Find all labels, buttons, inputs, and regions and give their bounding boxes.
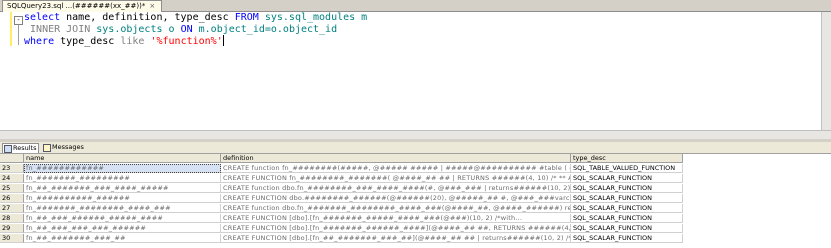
cell-definition[interactable]: CREATE FUNCTION [dbo].[fn_#######_#####_… — [221, 214, 571, 223]
collapse-outline-icon[interactable]: - — [14, 16, 23, 25]
join-table: sys.objects o — [90, 23, 181, 35]
document-tab-strip: SQLQuery23.sql ...(######(xx_##))* × — [0, 0, 831, 12]
keyword-like: like — [120, 36, 145, 47]
close-tab-icon[interactable]: × — [149, 2, 155, 10]
change-tracking-bar — [10, 12, 12, 46]
like-pattern-string: '%function%' — [150, 36, 223, 47]
column-header-name[interactable]: name — [24, 154, 221, 163]
cell-definition[interactable]: CREATE FUNCTION fn_########_#######( @##… — [221, 174, 571, 183]
cell-name[interactable]: fn_##_#######_###_## — [24, 234, 221, 243]
column-header-type-desc[interactable]: type_desc — [571, 154, 683, 163]
join-condition: m.object_id=o.object_id — [192, 23, 338, 35]
row-number[interactable]: 28 — [0, 214, 24, 223]
cell-type-desc[interactable]: SQL_SCALAR_FUNCTION — [571, 184, 683, 193]
cell-definition[interactable]: CREATE function dbo.fn_########_###_####… — [221, 184, 571, 193]
row-number[interactable]: 25 — [0, 184, 24, 193]
row-number[interactable]: 23 — [0, 164, 24, 173]
code-line-1: select name, definition, type_desc FROM … — [24, 12, 367, 24]
table-row[interactable]: 28 fn_##_###_######_#####_#### CREATE FUNC… — [0, 214, 831, 223]
cell-type-desc[interactable]: SQL_TABLE_VALUED_FUNCTION — [571, 164, 683, 173]
cell-name[interactable]: fn_##_###_###_###_###### — [24, 224, 221, 233]
sql-code[interactable]: select name, definition, type_desc FROM … — [24, 12, 367, 48]
tab-messages-label: Messages — [52, 143, 84, 151]
cell-type-desc[interactable]: SQL_SCALAR_FUNCTION — [571, 194, 683, 203]
table-row[interactable]: 30 fn_##_#######_###_## CREATE FUNCTION [d… — [0, 234, 831, 243]
cell-name[interactable]: fn_#######_######### — [24, 174, 221, 183]
cell-definition[interactable]: CREATE FUNCTION [dbo].[fn_#######_######… — [221, 224, 571, 233]
cell-name[interactable]: fn_#######_########_####_### — [24, 204, 221, 213]
cell-name[interactable]: fn_##_#######_###_####_##### — [24, 184, 221, 193]
code-line-2: INNER JOIN sys.objects o ON m.object_id=… — [24, 24, 367, 36]
cell-type-desc[interactable]: SQL_SCALAR_FUNCTION — [571, 234, 683, 243]
query-document-tab[interactable]: SQLQuery23.sql ...(######(xx_##))* × — [2, 0, 163, 12]
text-caret — [222, 35, 224, 46]
cell-definition[interactable]: CREATE FUNCTION [dbo].[fn_##_#######_###… — [221, 234, 571, 243]
tab-results-label: Results — [13, 144, 37, 152]
cell-type-desc[interactable]: SQL_SCALAR_FUNCTION — [571, 224, 683, 233]
keyword-on: ON — [180, 23, 193, 35]
outline-guide-line — [18, 25, 19, 45]
query-document-tab-title: SQLQuery23.sql ...(######(xx_##))* — [7, 2, 146, 10]
select-columns: name, definition, type_desc — [60, 12, 235, 23]
row-number[interactable]: 26 — [0, 194, 24, 203]
table-row[interactable]: 24 fn_#######_######### CREATE FUNCTION fn… — [0, 174, 831, 183]
keyword-from: FROM — [234, 12, 259, 23]
table-row[interactable]: 25 fn_##_#######_###_####_##### CREATE fun… — [0, 184, 831, 193]
table-row[interactable]: 27 fn_#######_########_####_### CREATE fun… — [0, 204, 831, 213]
tab-results[interactable]: Results — [2, 143, 40, 153]
message-icon — [43, 144, 51, 152]
from-table: sys.sql_modules m — [258, 12, 368, 23]
editor-vertical-scrollbar[interactable] — [821, 12, 831, 130]
tab-messages[interactable]: Messages — [42, 143, 86, 152]
cell-name[interactable]: fn_############ — [24, 164, 221, 173]
keyword-select: select — [24, 12, 61, 23]
cell-type-desc[interactable]: SQL_SCALAR_FUNCTION — [571, 214, 683, 223]
table-row[interactable]: 26 fn_##########_###### CREATE FUNCTION db… — [0, 194, 831, 203]
column-header-definition[interactable]: definition — [221, 154, 571, 163]
row-number[interactable]: 29 — [0, 224, 24, 233]
cell-definition[interactable]: CREATE FUNCTION dbo.########_######(@###… — [221, 194, 571, 203]
row-header-corner[interactable] — [0, 154, 24, 163]
results-grid[interactable]: name definition type_desc 23 fn_#########… — [0, 154, 831, 248]
keyword-where: where — [24, 36, 55, 47]
cell-definition[interactable]: CREATE function dbo.fn_#######_########_… — [221, 204, 571, 213]
row-number[interactable]: 30 — [0, 234, 24, 243]
query-editor[interactable]: - select name, definition, type_desc FRO… — [0, 12, 821, 130]
row-number[interactable]: 27 — [0, 204, 24, 213]
where-column: type_desc — [54, 36, 121, 47]
row-number[interactable]: 24 — [0, 174, 24, 183]
results-tab-strip: Results Messages — [0, 142, 831, 154]
cell-type-desc[interactable]: SQL_SCALAR_FUNCTION — [571, 204, 683, 213]
keyword-inner-join: INNER JOIN — [30, 23, 91, 35]
cell-definition[interactable]: CREATE function fn_########(#####, @####… — [221, 164, 571, 173]
grid-icon — [4, 145, 12, 153]
code-line-3: where type_desc like '%function%' — [24, 35, 367, 48]
cell-type-desc[interactable]: SQL_SCALAR_FUNCTION — [571, 174, 683, 183]
table-row[interactable]: 29 fn_##_###_###_###_###### CREATE FUNCTIO… — [0, 224, 831, 233]
cell-name[interactable]: fn_##########_###### — [24, 194, 221, 203]
table-row[interactable]: 23 fn_############ CREATE function fn_####… — [0, 164, 831, 173]
cell-name[interactable]: fn_##_###_######_#####_#### — [24, 214, 221, 223]
